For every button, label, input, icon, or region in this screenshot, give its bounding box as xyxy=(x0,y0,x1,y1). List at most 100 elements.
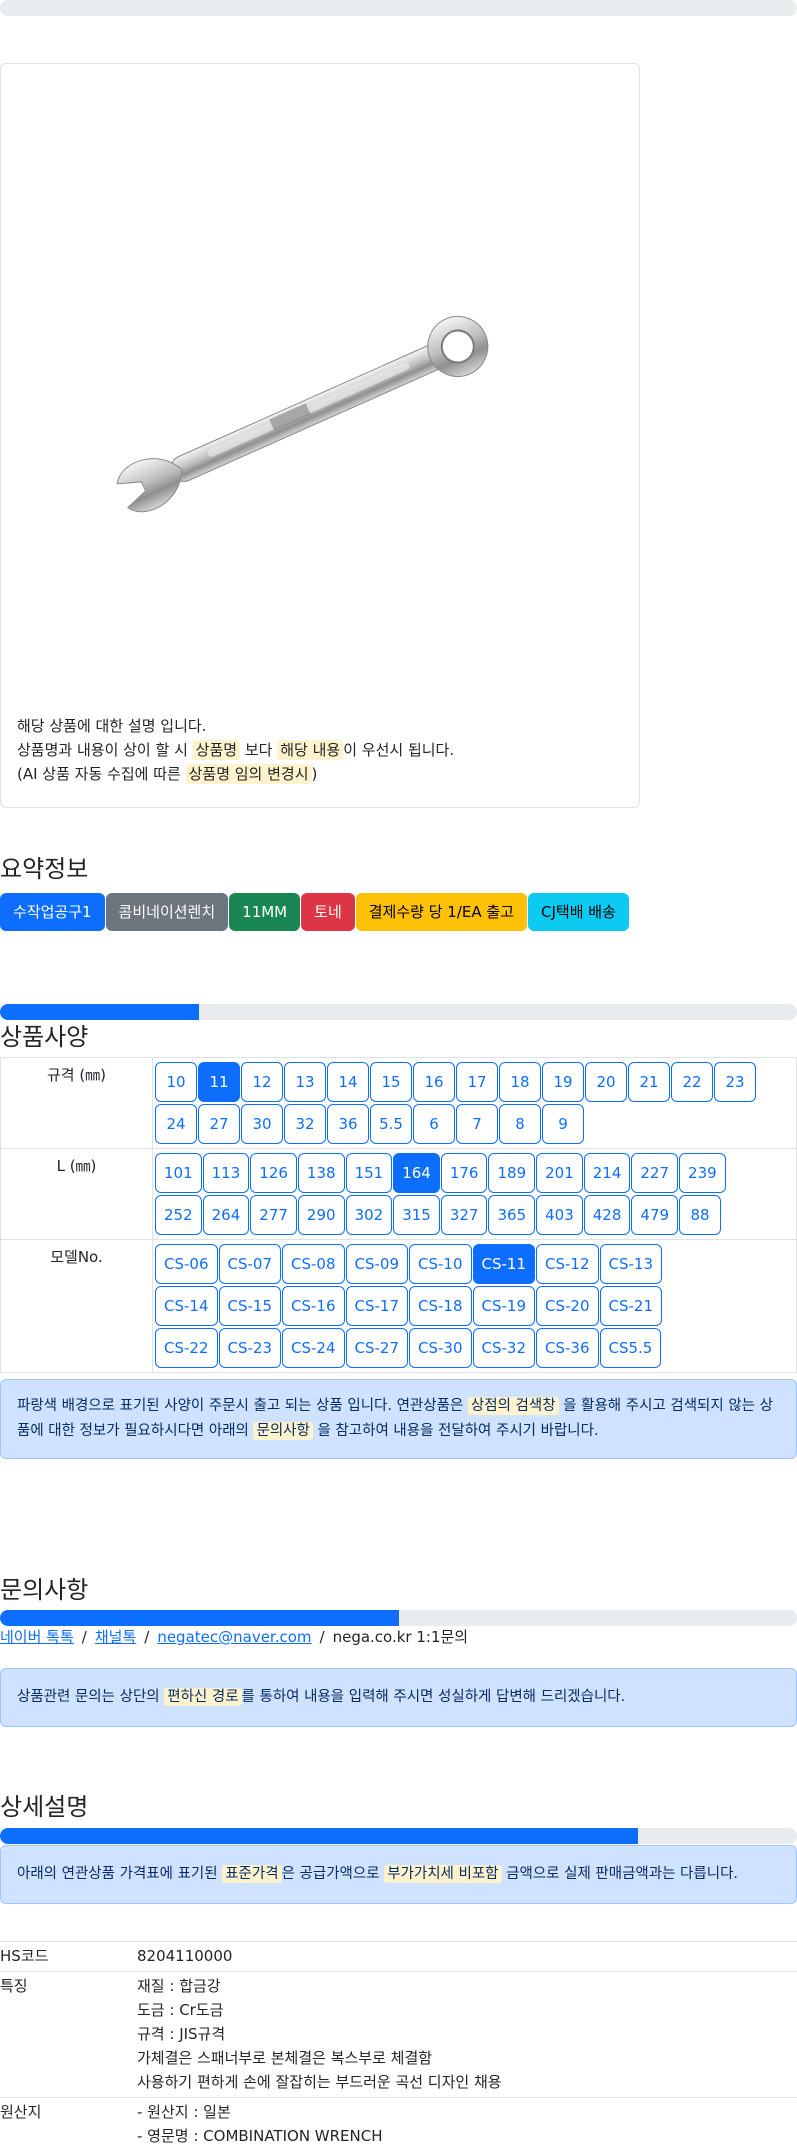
spec-option-button[interactable]: CS-13 xyxy=(599,1244,662,1284)
spec-option-button[interactable]: CS-10 xyxy=(409,1244,472,1284)
notice-text: 를 통하여 내용을 입력해 주시면 성실하게 답변해 드리겠습니다. xyxy=(241,1689,626,1705)
spec-option-button[interactable]: CS5.5 xyxy=(599,1328,662,1368)
spec-option-button[interactable]: 113 xyxy=(202,1153,250,1193)
spec-option-button[interactable]: 327 xyxy=(440,1195,488,1235)
spec-option-button[interactable]: 138 xyxy=(297,1153,345,1193)
spec-option-button[interactable]: 19 xyxy=(542,1062,584,1102)
spec-option-button[interactable]: 176 xyxy=(440,1153,488,1193)
spec-option-button[interactable]: CS-12 xyxy=(536,1244,599,1284)
spec-option-button[interactable]: CS-07 xyxy=(218,1244,281,1284)
spec-option-button[interactable]: 7 xyxy=(456,1104,498,1144)
spec-option-button[interactable]: 21 xyxy=(628,1062,670,1102)
spec-option-button[interactable]: 428 xyxy=(583,1195,631,1235)
inquiry-title: 문의사항 xyxy=(0,1576,89,1604)
spec-option-button[interactable]: 5.5 xyxy=(370,1104,412,1144)
spec-option-button[interactable]: CS-30 xyxy=(409,1328,472,1368)
notice-text: 을 참고하여 내용을 전달하여 주시기 바랍니다. xyxy=(317,1423,599,1439)
spec-option-button[interactable]: 88 xyxy=(679,1195,722,1235)
spec-option-button[interactable]: 189 xyxy=(488,1153,536,1193)
spec-option-button[interactable]: CS-16 xyxy=(282,1286,345,1326)
spec-option-button[interactable]: 252 xyxy=(155,1195,202,1235)
product-description: 해당 상품에 대한 설명 입니다. 상품명과 내용이 상이 할 시 상품명 보다… xyxy=(17,714,454,786)
spec-option-button[interactable]: CS-22 xyxy=(155,1328,218,1368)
spec-option-button[interactable]: 164 xyxy=(393,1153,440,1193)
spec-option-button[interactable]: 9 xyxy=(542,1104,584,1144)
spec-option-button[interactable]: CS-36 xyxy=(536,1328,599,1368)
spec-option-button[interactable]: CS-09 xyxy=(345,1244,408,1284)
spec-option-button[interactable]: CS-23 xyxy=(218,1328,281,1368)
spec-option-button[interactable]: 214 xyxy=(583,1153,631,1193)
spec-option-button[interactable]: 16 xyxy=(413,1062,455,1102)
spec-option-button[interactable]: CS-24 xyxy=(282,1328,345,1368)
notice-highlight: 문의사항 xyxy=(253,1422,313,1440)
spec-options-size: 10 11 12 13 14 15 16 17 18 19 20 21 22 23 24 27 30 32 36 5.… xyxy=(152,1057,797,1149)
spec-option-button[interactable]: 27 xyxy=(198,1104,240,1144)
spec-table: 규격 (㎜) 10 11 12 13 14 15 16 17 18 19 20 21 22 23 24 27 3… xyxy=(0,1057,797,1373)
spec-option-button[interactable]: 227 xyxy=(631,1153,679,1193)
spec-option-button[interactable]: CS-21 xyxy=(599,1286,662,1326)
spec-option-button[interactable]: CS-32 xyxy=(472,1328,535,1368)
spec-option-button[interactable]: 13 xyxy=(284,1062,326,1102)
spec-option-button[interactable]: 403 xyxy=(536,1195,583,1235)
spec-option-button[interactable]: 22 xyxy=(671,1062,713,1102)
spec-option-button[interactable]: 12 xyxy=(241,1062,283,1102)
product-card: 해당 상품에 대한 설명 입니다. 상품명과 내용이 상이 할 시 상품명 보다… xyxy=(0,63,640,808)
spec-option-button[interactable]: CS-11 xyxy=(472,1244,535,1284)
spec-option-button[interactable]: 8 xyxy=(499,1104,541,1144)
spec-option-button[interactable]: 315 xyxy=(393,1195,440,1235)
spec-option-button[interactable]: 6 xyxy=(413,1104,455,1144)
spec-option-button[interactable]: CS-15 xyxy=(218,1286,281,1326)
spec-option-button[interactable]: 24 xyxy=(155,1104,197,1144)
spec-option-button[interactable]: 20 xyxy=(585,1062,627,1102)
spec-option-button[interactable]: CS-06 xyxy=(155,1244,218,1284)
spec-option-button[interactable]: 365 xyxy=(488,1195,536,1235)
spec-option-button[interactable]: CS-18 xyxy=(409,1286,472,1326)
notice-highlight: 부가가치세 비포함 xyxy=(384,1865,502,1883)
spec-option-button[interactable]: 126 xyxy=(250,1153,297,1193)
desc-line-3: (AI 상품 자동 수집에 따른 상품명 임의 변경시) xyxy=(17,762,454,786)
spec-option-button[interactable]: CS-08 xyxy=(282,1244,345,1284)
spec-label-size: 규격 (㎜) xyxy=(0,1057,153,1149)
desc-text: (AI 상품 자동 수집에 따른 xyxy=(17,765,181,783)
spec-option-button[interactable]: CS-19 xyxy=(472,1286,535,1326)
option-row: CS-14 CS-15 CS-16 CS-17 CS-18 CS-19 CS-20 CS-21 xyxy=(155,1286,794,1326)
spec-option-button[interactable]: 302 xyxy=(345,1195,393,1235)
desc-highlight: 해당 내용 xyxy=(277,740,344,760)
spec-option-button[interactable]: 277 xyxy=(250,1195,297,1235)
spec-option-button[interactable]: 23 xyxy=(714,1062,756,1102)
info-value-line: 사용하기 편하게 손에 잘잡히는 부드러운 곡선 디자인 채용 xyxy=(137,2073,502,2091)
spec-option-button[interactable]: 151 xyxy=(345,1153,393,1193)
spec-option-button[interactable]: 18 xyxy=(499,1062,541,1102)
spec-option-button[interactable]: CS-17 xyxy=(345,1286,408,1326)
spec-option-button[interactable]: 14 xyxy=(327,1062,369,1102)
email-link[interactable]: negatec@naver.com xyxy=(157,1628,311,1646)
spec-option-button[interactable]: 264 xyxy=(202,1195,250,1235)
spec-option-button[interactable]: 101 xyxy=(155,1153,202,1193)
channel-talk-link[interactable]: 채널톡 xyxy=(95,1628,136,1646)
spec-option-button[interactable]: 479 xyxy=(631,1195,679,1235)
spec-notice: 파랑색 배경으로 표기된 사양이 주문시 출고 되는 상품 입니다. 연관상품은… xyxy=(0,1379,797,1459)
spec-option-button[interactable]: CS-14 xyxy=(155,1286,218,1326)
spec-option-button[interactable]: 36 xyxy=(327,1104,369,1144)
spec-option-button[interactable]: 239 xyxy=(679,1153,726,1193)
spec-option-button[interactable]: 17 xyxy=(456,1062,498,1102)
notice-text: 아래의 연관상품 가격표에 표기된 xyxy=(17,1866,218,1882)
spec-option-button[interactable]: CS-27 xyxy=(345,1328,408,1368)
product-type-badge: 콤비네이션렌치 xyxy=(105,893,229,931)
spec-option-button[interactable]: 11 xyxy=(198,1062,240,1102)
spec-option-button[interactable]: 15 xyxy=(370,1062,412,1102)
spec-option-button[interactable]: CS-20 xyxy=(536,1286,599,1326)
spec-row-length: L (㎜) 101 113 126 138 151 164 176 189 201 214 227 2… xyxy=(0,1148,797,1240)
spec-option-button[interactable]: 290 xyxy=(297,1195,345,1235)
spec-option-button[interactable]: 30 xyxy=(241,1104,283,1144)
spec-label-length: L (㎜) xyxy=(0,1148,153,1240)
spec-option-button[interactable]: 10 xyxy=(155,1062,197,1102)
link-separator: / xyxy=(144,1628,150,1646)
spec-option-button[interactable]: 32 xyxy=(284,1104,326,1144)
spec-option-button[interactable]: 201 xyxy=(536,1153,583,1193)
naver-talk-link[interactable]: 네이버 톡톡 xyxy=(0,1628,74,1646)
info-row-origin: 원산지 - 원산지 : 일본 - 영문명 : COMBINATION WRENC… xyxy=(0,2097,797,2148)
category-badge: 수작업공구1 xyxy=(0,893,105,931)
desc-highlight: 상품명 xyxy=(192,740,241,760)
inquiry-progress-fill xyxy=(0,1610,399,1626)
